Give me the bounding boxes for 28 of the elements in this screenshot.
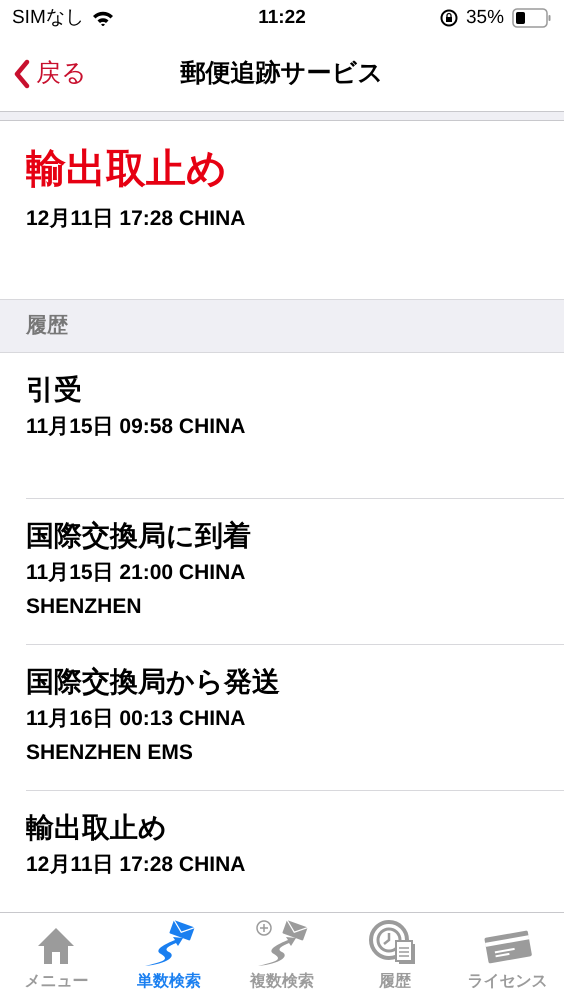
back-button[interactable]: 戻る (0, 54, 87, 92)
wifi-icon (92, 10, 114, 26)
battery-percent: 35% (466, 6, 504, 30)
tab-bar-item[interactable]: 履歴 (338, 913, 452, 1000)
tab-bar-item[interactable]: メニュー (0, 913, 113, 1000)
carrier-label: SIMなし (12, 6, 84, 30)
battery-icon (512, 8, 552, 28)
event-detail: SHENZHEN EMS (26, 740, 194, 766)
event-title: 国際交換局から発送 (26, 665, 281, 699)
tab-bar-item[interactable]: 複数検索 (226, 913, 338, 1000)
event-title: 輸出取止め (26, 811, 168, 845)
event-detail: 11月16日 00:13 CHINA (26, 706, 246, 732)
page-title: 郵便追跡サービス (180, 58, 384, 89)
event-title: 引受 (26, 373, 83, 407)
event-detail: 11月15日 21:00 CHINA (26, 560, 246, 586)
event-detail: 11月15日 09:58 CHINA (26, 414, 246, 440)
orientation-lock-icon (440, 9, 458, 27)
event-detail: 12月11日 17:28 CHINA (26, 852, 246, 878)
current-status: 輸出取止め (26, 146, 228, 193)
event-title: 国際交換局に到着 (26, 519, 252, 553)
add-mail-icon (254, 920, 310, 968)
tab-bar-item[interactable]: 単数検索 (112, 913, 226, 1000)
clock-label: 11:22 (258, 6, 306, 30)
chevron-left-icon (14, 58, 30, 88)
section-header: 履歴 (0, 299, 564, 353)
status-detail: 12月11日 17:28 CHINA (26, 206, 246, 232)
tab-bar-item[interactable]: ライセンス (451, 913, 564, 1000)
event-detail: SHENZHEN (26, 594, 143, 620)
